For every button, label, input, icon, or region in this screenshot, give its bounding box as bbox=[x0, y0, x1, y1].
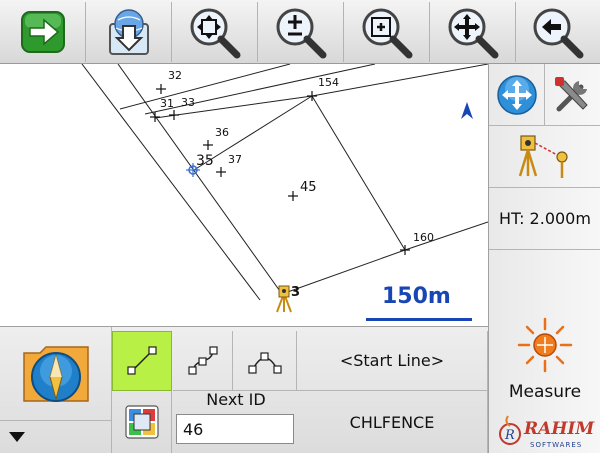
zoom-previous-icon bbox=[533, 8, 584, 59]
watermark-brand: RAHIM bbox=[524, 419, 595, 439]
point-label-45: 45 bbox=[300, 180, 317, 195]
forward-arrow-icon bbox=[20, 11, 65, 53]
zoom-extent-icon bbox=[190, 8, 240, 59]
point-label-31: 31 bbox=[160, 97, 174, 110]
tools-icon bbox=[555, 76, 588, 111]
instrument-setup-icon bbox=[518, 134, 568, 178]
point-label-160: 160 bbox=[413, 231, 434, 244]
instrument-height-label: HT: 2.000m bbox=[499, 209, 591, 228]
layers-button[interactable] bbox=[112, 391, 172, 453]
scale-bar bbox=[366, 318, 472, 321]
start-line-label: <Start Line> bbox=[339, 351, 445, 370]
right-panel: HT: 2.000m Measure bbox=[488, 64, 600, 453]
svg-text:R: R bbox=[504, 428, 515, 443]
zoom-extent-button[interactable] bbox=[172, 2, 258, 62]
point-label-3: 3 bbox=[291, 285, 300, 300]
navigate-button[interactable] bbox=[489, 64, 545, 126]
watermark: R RAHIM SOFTWARES bbox=[496, 402, 600, 452]
start-line-button[interactable]: <Start Line> bbox=[297, 331, 488, 391]
main-toolbar bbox=[0, 0, 600, 64]
instrument-station-icon[interactable] bbox=[276, 285, 292, 313]
measure-laser-icon bbox=[517, 317, 573, 373]
point-37[interactable] bbox=[216, 167, 226, 177]
next-id-input[interactable] bbox=[176, 414, 294, 444]
scale-label: 150m bbox=[382, 284, 451, 309]
curve-mode-button[interactable] bbox=[173, 331, 233, 391]
north-arrow-icon bbox=[461, 102, 473, 119]
zoom-previous-button[interactable] bbox=[516, 2, 600, 62]
zoom-window-button[interactable] bbox=[344, 2, 430, 62]
point-45[interactable] bbox=[288, 191, 298, 201]
point-160[interactable] bbox=[400, 245, 410, 255]
instrument-setup-button[interactable] bbox=[489, 126, 600, 188]
point-label-35: 35 bbox=[196, 153, 214, 169]
pan-icon bbox=[448, 8, 498, 59]
compass-button[interactable] bbox=[0, 327, 112, 421]
zoom-in-out-button[interactable] bbox=[258, 2, 344, 62]
zoom-window-icon bbox=[362, 8, 412, 59]
point-label-32: 32 bbox=[168, 69, 182, 82]
point-label-37: 37 bbox=[228, 153, 242, 166]
measure-button[interactable] bbox=[489, 250, 600, 380]
code-label: CHLFENCE bbox=[349, 412, 435, 432]
settings-button[interactable] bbox=[545, 64, 600, 126]
survey-lines bbox=[81, 64, 488, 301]
compass-icon bbox=[22, 345, 89, 402]
point-33[interactable] bbox=[169, 110, 179, 120]
forward-button[interactable] bbox=[0, 2, 86, 62]
point-label-36: 36 bbox=[215, 126, 229, 139]
point-label-33: 33 bbox=[181, 96, 195, 109]
arc-mode-button[interactable] bbox=[233, 331, 297, 391]
point-label-154: 154 bbox=[318, 76, 339, 89]
download-map-button[interactable] bbox=[86, 2, 172, 62]
expand-menu-button[interactable] bbox=[0, 421, 112, 453]
point-32[interactable] bbox=[156, 84, 166, 94]
zoom-in-out-icon bbox=[276, 8, 326, 59]
navigate-icon bbox=[496, 74, 537, 115]
chevron-down-icon bbox=[9, 432, 25, 442]
line-mode-button[interactable] bbox=[112, 331, 172, 391]
height-button[interactable]: HT: 2.000m bbox=[489, 188, 600, 250]
download-map-icon bbox=[108, 9, 149, 55]
layers-icon bbox=[124, 405, 159, 439]
next-id-label: Next ID bbox=[206, 390, 266, 409]
measure-label: Measure bbox=[508, 382, 582, 402]
watermark-sub: SOFTWARES bbox=[530, 441, 583, 449]
point-36[interactable] bbox=[203, 140, 213, 150]
code-button[interactable]: CHLFENCE bbox=[297, 391, 488, 453]
pan-button[interactable] bbox=[430, 2, 516, 62]
spline-icon bbox=[187, 345, 218, 375]
straight-line-icon bbox=[127, 346, 157, 375]
arc-icon bbox=[247, 351, 282, 374]
point-154[interactable] bbox=[307, 91, 317, 101]
map-view[interactable]: 32 31 33 154 36 35 37 45 160 3 150m bbox=[0, 64, 488, 326]
